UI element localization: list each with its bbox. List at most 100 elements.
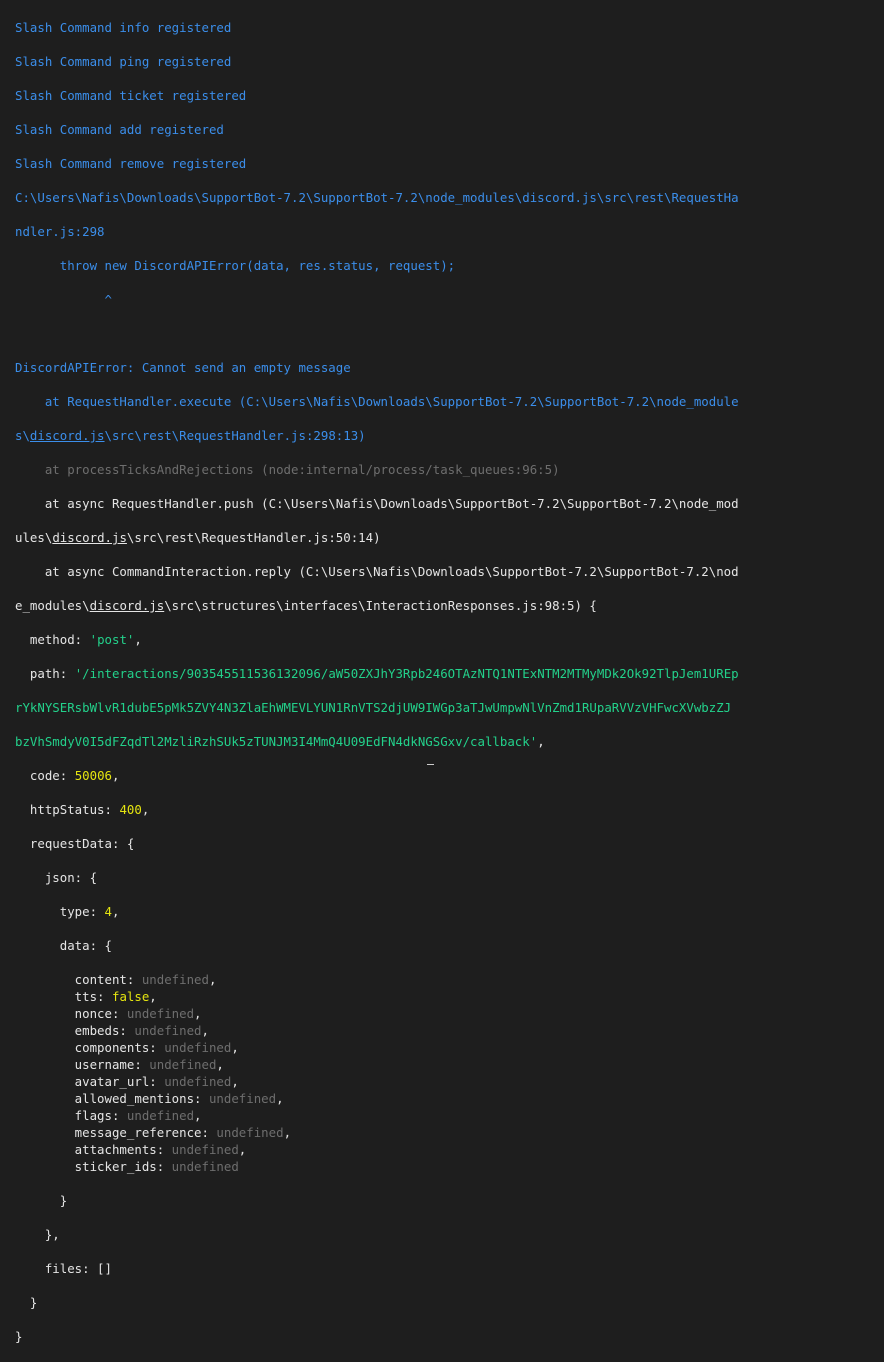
prop-value: false [111, 989, 150, 1004]
prop-key: nonce: [15, 1006, 127, 1021]
prop-key: path: [15, 666, 75, 681]
prop-value: undefined [141, 972, 209, 987]
prop-key: code: [15, 768, 75, 783]
data-field-row: nonce: undefined, [15, 1005, 884, 1022]
data-field-row: sticker_ids: undefined [15, 1158, 884, 1175]
prop-key: message_reference: [15, 1125, 217, 1140]
data-field-row: allowed_mentions: undefined, [15, 1090, 884, 1107]
prop-json: json: { [15, 870, 98, 885]
stack-text: \src\structures\interfaces\InteractionRe… [164, 598, 597, 613]
prop-value: 4 [104, 904, 112, 919]
prop-value: undefined [149, 1057, 217, 1072]
prop-method: method: 'post', [15, 631, 884, 648]
prop-value: undefined [208, 1091, 277, 1106]
prop-type: type: 4, [15, 903, 884, 920]
data-field-row: components: undefined, [15, 1039, 884, 1056]
prop-value: undefined [216, 1125, 284, 1140]
prop-value: undefined [126, 1108, 195, 1123]
error-caret: ^ [15, 292, 112, 307]
prop-value: 'post' [89, 632, 135, 647]
module-link[interactable]: discord.js [30, 428, 105, 443]
stack-text: \src\rest\RequestHandler.js:50:14) [126, 530, 381, 545]
comma: , [112, 768, 120, 783]
prop-key: content: [15, 972, 142, 987]
prop-key: tts: [15, 989, 112, 1004]
comma: , [134, 632, 142, 647]
separator: , [283, 1125, 292, 1140]
stack-frame-execute-cont: s\discord.js\src\rest\RequestHandler.js:… [15, 427, 884, 444]
data-fields-list: content: undefined, tts: false, nonce: u… [15, 971, 884, 1175]
terminal-output[interactable]: Slash Command info registered Slash Comm… [0, 0, 884, 1344]
module-link[interactable]: discord.js [52, 530, 127, 545]
prop-key: embeds: [15, 1023, 135, 1038]
prop-key: flags: [15, 1108, 127, 1123]
prop-value: bzVhSmdyV0I5dFZqdTl2MzliRzhSUk5zTUNJM3I4… [15, 734, 538, 749]
error-file-path: C:\Users\Nafis\Downloads\SupportBot-7.2\… [15, 190, 739, 205]
separator: , [231, 1040, 239, 1055]
comma: , [112, 904, 120, 919]
log-line-registered-add: Slash Command add registered [15, 122, 224, 137]
prop-key: httpStatus: [15, 802, 120, 817]
stack-frame-push: at async RequestHandler.push (C:\Users\N… [15, 496, 739, 511]
prop-path: path: '/interactions/903545511536132096/… [15, 665, 884, 682]
error-message: DiscordAPIError: Cannot send an empty me… [15, 360, 351, 375]
stack-frame-reply: at async CommandInteraction.reply (C:\Us… [15, 564, 739, 579]
stack-frame-internal: at processTicksAndRejections (node:inter… [15, 462, 560, 477]
separator: , [194, 1006, 202, 1021]
stack-text: ules\ [15, 530, 53, 545]
prop-files: files: [] [15, 1261, 112, 1276]
close-data-brace: } [15, 1193, 68, 1208]
separator: , [231, 1074, 239, 1089]
comma: , [537, 734, 545, 749]
module-link[interactable]: discord.js [90, 598, 165, 613]
log-line-registered-remove: Slash Command remove registered [15, 156, 247, 171]
stack-text: e_modules\ [15, 598, 90, 613]
prop-key: method: [15, 632, 90, 647]
prop-http-status: httpStatus: 400, [15, 801, 884, 818]
data-field-row: attachments: undefined, [15, 1141, 884, 1158]
prop-path-cont-1: rYkNYSERsbWlvR1dubE5pMk5ZVY4N3ZlaEhWMEVL… [15, 700, 732, 715]
close-error-brace: } [15, 1329, 23, 1344]
separator: , [238, 1142, 247, 1157]
prop-request-data: requestData: { [15, 836, 135, 851]
data-field-row: content: undefined, [15, 971, 884, 988]
text-cursor [427, 764, 434, 769]
prop-value: undefined [126, 1006, 195, 1021]
separator: , [276, 1091, 284, 1106]
stack-frame-push-cont: ules\discord.js\src\rest\RequestHandler.… [15, 529, 884, 546]
data-field-row: flags: undefined, [15, 1107, 884, 1124]
log-line-registered-ping: Slash Command ping registered [15, 54, 232, 69]
separator: , [194, 1108, 202, 1123]
error-file-path-cont: ndler.js:298 [15, 224, 105, 239]
prop-value: 400 [119, 802, 142, 817]
prop-key: type: [15, 904, 105, 919]
prop-value: undefined [164, 1040, 232, 1055]
prop-value: undefined [171, 1159, 239, 1174]
stack-frame-reply-cont: e_modules\discord.js\src\structures\inte… [15, 597, 884, 614]
error-source-line: throw new DiscordAPIError(data, res.stat… [15, 258, 456, 273]
data-field-row: message_reference: undefined, [15, 1124, 884, 1141]
prop-key: components: [15, 1040, 165, 1055]
close-json-brace: }, [15, 1227, 60, 1242]
prop-key: avatar_url: [15, 1074, 165, 1089]
prop-value: undefined [171, 1142, 239, 1157]
prop-key: sticker_ids: [15, 1159, 172, 1174]
prop-value: '/interactions/903545511536132096/aW50ZX… [74, 666, 739, 681]
close-request-brace: } [15, 1295, 38, 1310]
comma: , [141, 802, 150, 817]
data-field-row: username: undefined, [15, 1056, 884, 1073]
log-line-registered-ticket: Slash Command ticket registered [15, 88, 247, 103]
prop-data: data: { [15, 938, 112, 953]
separator: , [149, 989, 157, 1004]
stack-frame-execute: at RequestHandler.execute (C:\Users\Nafi… [15, 394, 739, 409]
prop-code: code: 50006, [15, 767, 884, 784]
data-field-row: tts: false, [15, 988, 884, 1005]
separator: , [216, 1057, 224, 1072]
data-field-row: embeds: undefined, [15, 1022, 884, 1039]
prop-value: undefined [164, 1074, 232, 1089]
prop-key: attachments: [15, 1142, 172, 1157]
prop-value: undefined [134, 1023, 202, 1038]
prop-value: 50006 [74, 768, 112, 783]
prop-key: allowed_mentions: [15, 1091, 209, 1106]
